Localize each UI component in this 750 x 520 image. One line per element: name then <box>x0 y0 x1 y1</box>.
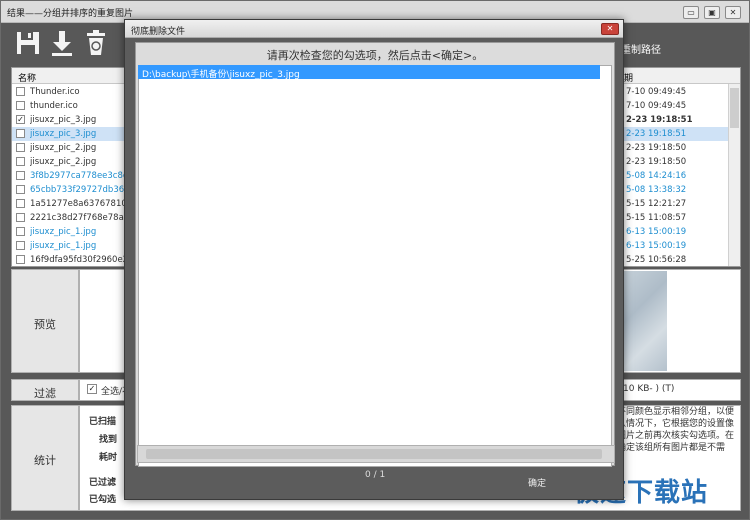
download-icon[interactable] <box>49 29 77 61</box>
stat-filtered: 已过滤 <box>89 478 117 488</box>
select-all-label[interactable]: 全选/不 <box>101 384 125 397</box>
file-name: jisuxz_pic_2.jpg <box>30 157 97 167</box>
file-date: 5-08 14:24:16 <box>626 171 687 181</box>
row-checkbox[interactable] <box>16 157 25 166</box>
file-name: jisuxz_pic_3.jpg <box>30 129 97 139</box>
file-date: 2-23 19:18:50 <box>626 157 687 167</box>
scrollbar-thumb[interactable] <box>730 88 739 128</box>
column-name[interactable]: 名称 <box>18 71 36 84</box>
file-date: 2-23 19:18:50 <box>626 143 687 153</box>
file-name: 2221c38d27f768e78a5852 <box>30 213 130 223</box>
row-checkbox[interactable] <box>16 101 25 110</box>
stat-scanned: 已扫描 <box>89 417 117 427</box>
file-name: jisuxz_pic_2.jpg <box>30 143 97 153</box>
row-checkbox[interactable] <box>16 171 25 180</box>
preview-label: 预览 <box>34 318 56 331</box>
file-name: jisuxz_pic_1.jpg <box>30 227 97 237</box>
dialog-file-item[interactable]: D:\backup\手机备份\jisuxz_pic_3.jpg <box>138 65 600 80</box>
file-date: 7-10 09:49:45 <box>626 87 687 97</box>
dialog-scrollbar-thumb[interactable] <box>146 449 602 459</box>
file-date: 5-15 12:21:27 <box>626 199 687 209</box>
row-checkbox[interactable]: ✓ <box>16 115 25 124</box>
window-title: 结果——分组并排序的重复图片 <box>7 9 134 19</box>
file-name: 1a51277e8a63767810b96b <box>30 199 130 209</box>
file-name: jisuxz_pic_1.jpg <box>30 241 97 251</box>
toolbar <box>9 27 129 63</box>
dialog-file-list <box>138 65 612 467</box>
stats-section-label: 统计 <box>11 405 79 511</box>
stat-checked: 已勾选 <box>89 495 117 505</box>
dialog-horizontal-scrollbar[interactable] <box>137 445 615 463</box>
row-checkbox[interactable] <box>16 227 25 236</box>
filter-section-label: 过滤 <box>11 379 79 401</box>
row-checkbox[interactable] <box>16 255 25 264</box>
dialog-file-path: D:\backup\手机备份\jisuxz_pic_3.jpg <box>142 70 300 80</box>
file-name: 16f9dfa95fd30f2960e2736 <box>30 255 130 265</box>
trash-icon[interactable] <box>83 29 111 61</box>
stat-elapsed: 耗时 <box>99 453 118 463</box>
file-name: Thunder.ico <box>30 87 80 97</box>
file-name: 3f8b2977ca778ee3c8ec5c <box>30 171 130 181</box>
file-date: 5-25 10:56:28 <box>626 255 687 265</box>
delete-files-dialog: 彻底删除文件 ✕ 请再次检查您的勾选项，然后点击<确定>。 D:\backup\… <box>124 19 624 500</box>
preview-section-label: 预览 <box>11 269 79 373</box>
column-date[interactable]: 期 <box>624 71 633 84</box>
file-list-scrollbar[interactable] <box>728 84 740 266</box>
select-all-checkbox[interactable]: ✓ <box>87 384 97 394</box>
file-name: jisuxz_pic_3.jpg <box>30 115 97 125</box>
maximize-button[interactable]: ▣ <box>704 6 720 19</box>
row-checkbox[interactable] <box>16 143 25 152</box>
dialog-close-button[interactable]: ✕ <box>601 23 619 35</box>
file-date: 2-23 19:18:51 <box>626 129 687 139</box>
file-date: 6-13 15:00:19 <box>626 227 687 237</box>
row-checkbox[interactable] <box>16 213 25 222</box>
row-checkbox[interactable] <box>16 185 25 194</box>
minimize-button[interactable]: ▭ <box>683 6 699 19</box>
file-date: 6-13 15:00:19 <box>626 241 687 251</box>
row-checkbox[interactable] <box>16 87 25 96</box>
dialog-ok-button[interactable]: 确定 <box>517 476 557 492</box>
dialog-title: 彻底删除文件 <box>131 27 186 37</box>
file-date: 7-10 09:49:45 <box>626 101 687 111</box>
reset-path-label[interactable]: 重制路径 <box>621 41 661 56</box>
file-date: 5-15 11:08:57 <box>626 213 687 223</box>
file-name: thunder.ico <box>30 101 78 111</box>
save-icon[interactable] <box>15 29 43 61</box>
dialog-body: 请再次检查您的勾选项，然后点击<确定>。 D:\backup\手机备份\jisu… <box>135 42 615 467</box>
file-date: 2-23 19:18:51 <box>626 115 693 125</box>
row-checkbox[interactable] <box>16 199 25 208</box>
file-date: 5-08 13:38:32 <box>626 185 687 195</box>
file-name: 65cbb733f29727db360a03 <box>30 185 130 195</box>
stat-found: 找到 <box>99 435 118 445</box>
stats-label: 统计 <box>34 454 56 467</box>
dialog-progress-count: 0 / 1 <box>365 470 386 480</box>
filter-label: 过滤 <box>34 387 56 400</box>
stats-note: 不同颜色显示相邻分组，以便认情况下，它根据您的设置像图片之前再次核实勾选项。在确… <box>617 407 735 453</box>
row-checkbox[interactable] <box>16 241 25 250</box>
dialog-instruction: 请再次检查您的勾选项，然后点击<确定>。 <box>266 49 484 62</box>
row-checkbox[interactable] <box>16 129 25 138</box>
dialog-title-bar: 彻底删除文件 ✕ <box>125 20 623 38</box>
close-button[interactable]: ✕ <box>725 6 741 19</box>
size-filter-text: 10 KB- ) (T) <box>623 384 675 394</box>
